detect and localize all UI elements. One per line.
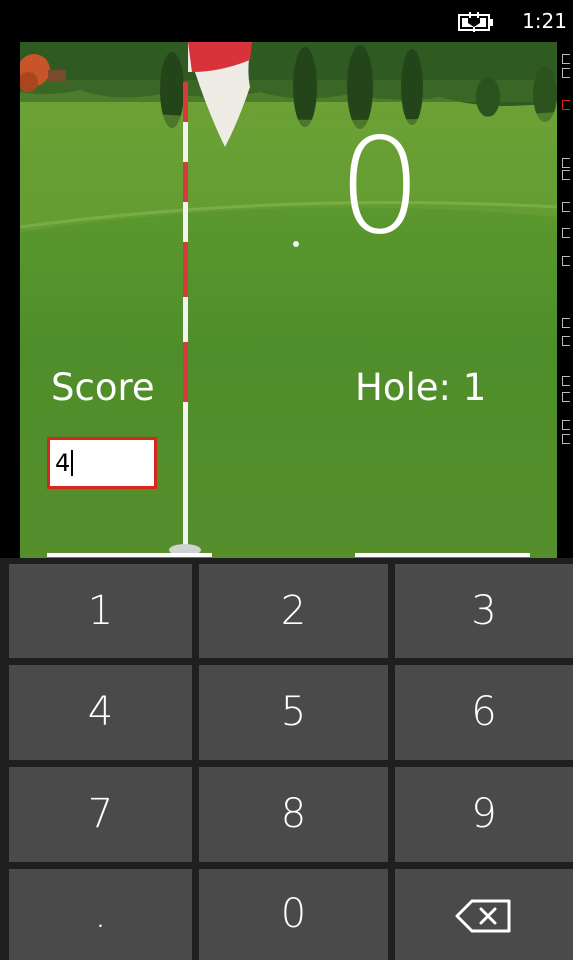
key-decimal-point[interactable]: . (9, 869, 192, 960)
score-input-value: 4 (55, 449, 71, 477)
key-5[interactable]: 5 (199, 665, 388, 760)
key-4[interactable]: 4 (9, 665, 192, 760)
backspace-icon (455, 899, 511, 933)
hole-button-edge[interactable] (355, 553, 530, 557)
score-input[interactable]: 4 (47, 437, 157, 489)
key-label: . (94, 891, 107, 937)
key-label: 9 (471, 791, 497, 837)
side-panel-edge (557, 42, 573, 558)
key-label: 1 (87, 588, 114, 634)
key-1[interactable]: 1 (9, 564, 192, 658)
key-label: 4 (87, 689, 114, 735)
hole-label: Hole: 1 (355, 366, 487, 409)
phone-screen: 1:21 0 Score Hole: 1 4 1 2 3 4 5 6 7 8 9… (0, 0, 573, 960)
key-8[interactable]: 8 (199, 767, 388, 862)
text-caret (71, 450, 74, 476)
key-6[interactable]: 6 (395, 665, 573, 760)
key-7[interactable]: 7 (9, 767, 192, 862)
key-9[interactable]: 9 (395, 767, 573, 862)
score-button-edge[interactable] (47, 553, 212, 557)
key-label: 8 (280, 791, 307, 837)
key-label: 5 (280, 689, 307, 735)
key-label: 6 (471, 689, 497, 735)
numeric-keypad: 1 2 3 4 5 6 7 8 9 . 0 (0, 558, 573, 960)
key-0[interactable]: 0 (199, 869, 388, 960)
backspace-key[interactable] (395, 869, 573, 960)
key-label: 3 (471, 588, 497, 634)
key-label: 0 (280, 891, 307, 937)
status-time: 1:21 (522, 9, 567, 33)
key-2[interactable]: 2 (199, 564, 388, 658)
score-label: Score (51, 366, 155, 409)
key-label: 7 (87, 791, 114, 837)
status-bar: 1:21 (0, 0, 573, 42)
total-score: 0 (338, 110, 422, 264)
key-label: 2 (280, 588, 307, 634)
battery-charging-icon (458, 12, 493, 32)
key-3[interactable]: 3 (395, 564, 573, 658)
